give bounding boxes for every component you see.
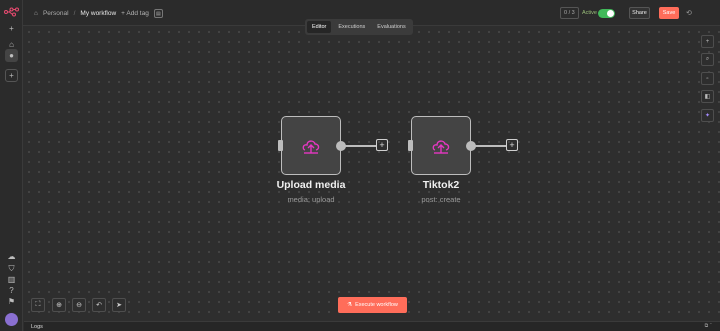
panel-icon[interactable]: ◧ — [701, 90, 714, 103]
node-subtitle: post: create — [421, 195, 461, 204]
version-counter: 0 / 3 — [560, 7, 579, 19]
search-icon[interactable]: ⌕ — [701, 53, 714, 66]
node-subtitle: media: upload — [287, 195, 335, 204]
flask-icon: ⚗ — [347, 302, 353, 308]
node-tiktok2[interactable] — [408, 116, 476, 175]
avatar[interactable] — [5, 313, 18, 326]
node-title: Upload media — [276, 179, 346, 191]
sticky-note-icon[interactable]: ▫ — [701, 72, 714, 85]
add-node-icon[interactable]: + — [701, 35, 714, 48]
tab-editor[interactable]: Editor — [307, 21, 332, 33]
zoom-out-icon[interactable]: ⊖ — [72, 298, 86, 312]
user-icon[interactable]: ● — [5, 49, 18, 62]
breadcrumb: ⌂ Personal / My workflow + Add tag ▤ — [34, 9, 163, 18]
logs-panel[interactable]: Logs ⧉ ⌃ — [24, 321, 720, 331]
history-icon[interactable]: ⟲ — [686, 9, 692, 17]
logs-controls-icon[interactable]: ⧉ ⌃ — [705, 323, 712, 329]
pointer-icon[interactable]: ➤ — [112, 298, 126, 312]
add-next-node-icon[interactable]: + — [506, 139, 518, 151]
breadcrumb-separator: / — [73, 10, 76, 17]
app-window: + ⌂ ● + ☁ ⛉ ▥ ? ⚑ ⌂ Personal / My workfl… — [0, 0, 720, 331]
connection-line — [475, 145, 506, 147]
active-toggle[interactable] — [598, 9, 615, 18]
project-link[interactable]: Personal — [43, 10, 69, 17]
left-sidebar: + ⌂ ● + ☁ ⛉ ▥ ? ⚑ — [0, 0, 23, 331]
undo-icon[interactable]: ↶ — [92, 298, 106, 312]
add-next-node-icon[interactable]: + — [376, 139, 388, 151]
input-handle[interactable] — [408, 140, 413, 151]
project-icon: ⌂ — [34, 10, 38, 17]
connection-line — [345, 145, 376, 147]
execute-workflow-label: Execute workflow — [355, 302, 398, 308]
n8n-logo-icon[interactable] — [4, 7, 19, 17]
logs-label: Logs — [31, 324, 43, 330]
notifications-icon[interactable]: ⚑ — [5, 295, 18, 308]
fit-view-icon[interactable]: ⛶ — [31, 298, 45, 312]
share-button[interactable]: Share — [629, 7, 650, 19]
ai-assistant-icon[interactable]: ✦ — [701, 109, 714, 122]
node-upload-media[interactable] — [278, 116, 346, 175]
workflow-name[interactable]: My workflow — [80, 10, 116, 17]
add-icon[interactable]: + — [5, 22, 18, 35]
save-button[interactable]: Save — [659, 7, 679, 19]
input-handle[interactable] — [278, 140, 283, 151]
tab-executions[interactable]: Executions — [333, 21, 370, 33]
zoom-in-icon[interactable]: ⊕ — [52, 298, 66, 312]
tiktok-upload-icon — [302, 139, 320, 154]
project-add-icon[interactable]: + — [5, 69, 18, 82]
add-tag-button[interactable]: + Add tag — [121, 10, 149, 17]
workflow-canvas[interactable] — [24, 27, 720, 321]
view-tabs: Editor Executions Evaluations — [305, 19, 413, 35]
archive-icon[interactable]: ▤ — [153, 9, 163, 18]
tab-evaluations[interactable]: Evaluations — [372, 21, 410, 33]
node-title: Tiktok2 — [422, 179, 460, 191]
tiktok-upload-icon — [432, 139, 450, 154]
active-label: Active — [582, 10, 597, 16]
execute-workflow-button[interactable]: ⚗ Execute workflow — [338, 297, 407, 313]
